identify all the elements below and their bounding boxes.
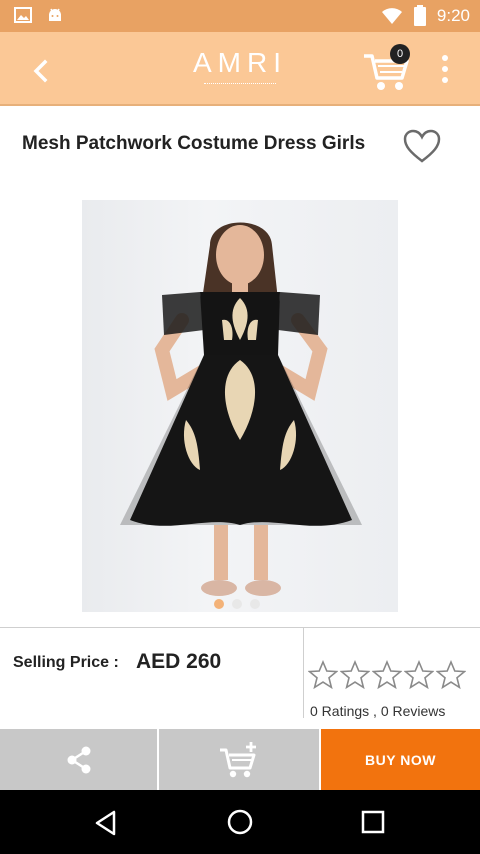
- back-arrow-icon: [33, 59, 48, 83]
- system-nav-bar: [0, 790, 480, 854]
- image-icon: [14, 7, 32, 23]
- status-right: 9:20: [381, 5, 470, 27]
- status-time: 9:20: [436, 6, 470, 25]
- price-section: Selling Price : AED 260 0 Ratings , 0 Re…: [0, 627, 480, 729]
- rating-stars[interactable]: [308, 660, 466, 690]
- wifi-icon: [381, 8, 402, 24]
- nav-recent-icon: [361, 810, 385, 834]
- more-vert-icon: [442, 55, 448, 83]
- nav-home-icon: [227, 809, 253, 835]
- add-to-cart-button[interactable]: [159, 729, 321, 790]
- brand-logo[interactable]: AMRI: [190, 47, 290, 79]
- cart-count-badge: 0: [390, 44, 410, 64]
- buy-now-button[interactable]: BUY NOW: [321, 729, 480, 790]
- battery-icon: [413, 5, 426, 26]
- status-bar: 9:20: [0, 0, 480, 32]
- share-button[interactable]: [0, 729, 159, 790]
- product-title: Mesh Patchwork Costume Dress Girls: [22, 133, 366, 154]
- nav-back-button[interactable]: [92, 808, 122, 838]
- selling-price-value: AED 260: [136, 650, 222, 673]
- carousel-dot[interactable]: [232, 599, 242, 609]
- star-empty-icon: [372, 660, 402, 690]
- heart-icon: [403, 129, 441, 163]
- more-options-button[interactable]: [434, 52, 456, 86]
- star-empty-icon: [404, 660, 434, 690]
- price-divider: [303, 628, 304, 718]
- carousel-dots: [214, 599, 260, 609]
- star-empty-icon: [340, 660, 370, 690]
- action-bar: BUY NOW: [0, 729, 480, 790]
- carousel-dot[interactable]: [250, 599, 260, 609]
- ratings-reviews-text[interactable]: 0 Ratings , 0 Reviews: [310, 703, 445, 719]
- product-image[interactable]: [82, 200, 398, 612]
- android-icon: [49, 8, 61, 21]
- star-empty-icon: [308, 660, 338, 690]
- selling-price-label: Selling Price :: [13, 654, 119, 671]
- logo-underline: [204, 83, 276, 84]
- nav-home-button[interactable]: [226, 808, 254, 836]
- product-photo-illustration: [120, 222, 362, 596]
- add-to-cart-icon: [220, 741, 256, 777]
- app-bar: AMRI 0: [0, 32, 480, 106]
- wishlist-button[interactable]: [402, 128, 442, 166]
- back-button[interactable]: [24, 54, 58, 88]
- status-left: [14, 6, 64, 24]
- star-empty-icon: [436, 660, 466, 690]
- nav-back-icon: [95, 810, 116, 836]
- carousel-dot-active[interactable]: [214, 599, 224, 609]
- share-icon: [67, 746, 90, 773]
- nav-recent-button[interactable]: [359, 808, 387, 836]
